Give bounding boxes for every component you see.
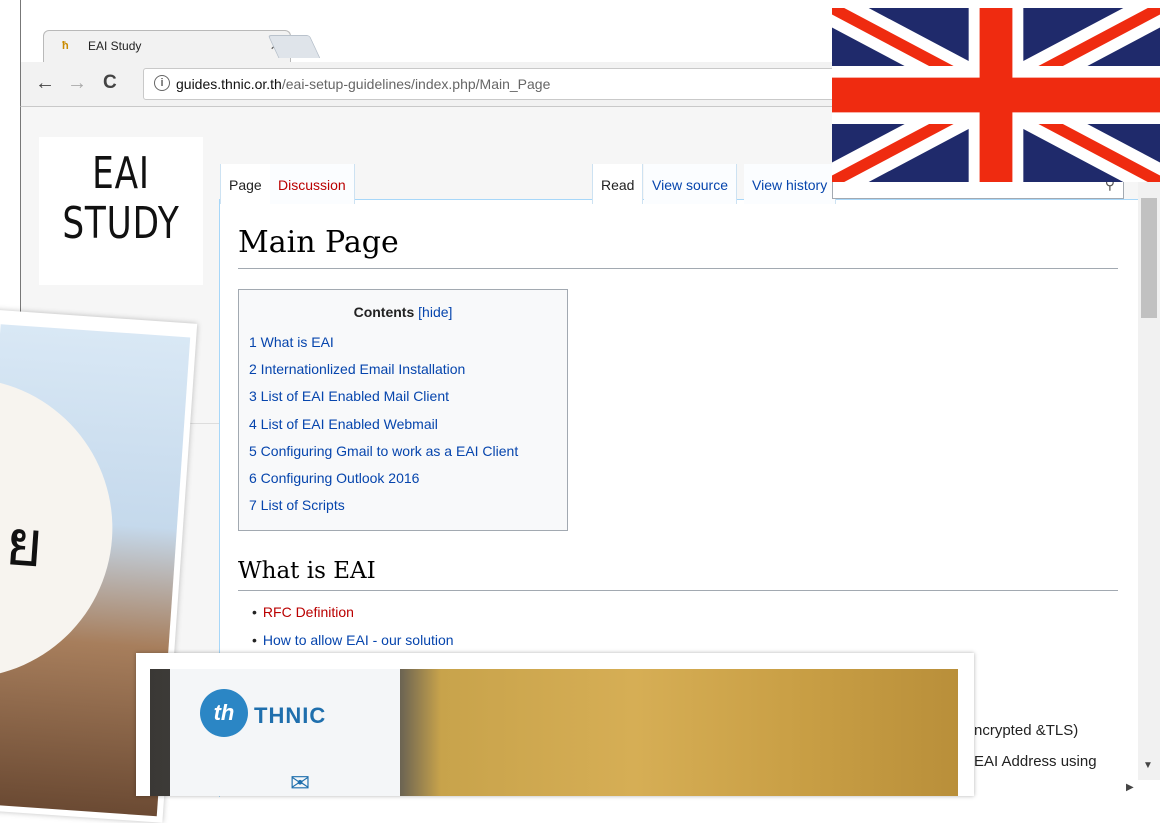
logo-line-2: STUDY — [62, 198, 180, 249]
forward-icon[interactable]: → — [67, 72, 87, 95]
section-divider — [238, 590, 1118, 591]
toc-item[interactable]: 7 List of Scripts — [249, 495, 518, 522]
url-host: guides.thnic.or.th — [176, 76, 282, 92]
our-solution-link[interactable]: How to allow EAI - our solution — [263, 632, 454, 648]
section-heading: What is EAI — [238, 558, 376, 584]
toc-item[interactable]: 1 What is EAI — [249, 332, 518, 359]
partial-text: ncrypted &TLS) — [974, 722, 1079, 739]
page-title: Main Page — [238, 225, 399, 260]
uk-flag-image — [832, 8, 1160, 182]
reload-icon[interactable]: C — [103, 72, 117, 94]
tab-discussion[interactable]: Discussion — [270, 164, 355, 204]
url-path: /eai-setup-guidelines/index.php/Main_Pag… — [281, 76, 551, 92]
tab-view-source[interactable]: View source — [644, 164, 738, 204]
scroll-right-icon[interactable]: ▶ — [1126, 782, 1134, 793]
toc-hide-link[interactable]: [hide] — [418, 304, 452, 320]
scrollbar-thumb[interactable] — [1141, 198, 1157, 318]
bullet-list: • RFC Definition • How to allow EAI - our … — [252, 602, 454, 658]
event-photo: th THNIC ✉ — [150, 669, 958, 796]
rfc-definition-link[interactable]: RFC Definition — [263, 604, 354, 620]
partial-text: EAI Address using — [974, 753, 1097, 770]
toc-item[interactable]: 3 List of EAI Enabled Mail Client — [249, 386, 518, 413]
title-divider — [238, 268, 1118, 269]
scroll-down-icon[interactable]: ▼ — [1143, 760, 1153, 771]
toc-title: Contents — [353, 304, 415, 320]
favicon-icon: ħ — [62, 40, 69, 52]
tab-page[interactable]: Page — [220, 164, 271, 204]
site-logo[interactable]: EAI STUDY — [39, 137, 203, 285]
table-of-contents: Contents [hide] 1 What is EAI 2 Internat… — [238, 289, 568, 531]
tab-view-history[interactable]: View history — [744, 164, 837, 204]
thnic-banner: th THNIC ✉ — [170, 669, 400, 796]
browser-tab[interactable]: ħ EAI Study × — [43, 30, 291, 63]
thnic-logo-text: THNIC — [254, 703, 327, 728]
toc-item[interactable]: 6 Configuring Outlook 2016 — [249, 468, 518, 495]
toc-item[interactable]: 5 Configuring Gmail to work as a EAI Cli… — [249, 441, 518, 468]
logo-line-1: EAI — [92, 148, 150, 199]
back-icon[interactable]: ← — [35, 72, 55, 95]
mail-icon: ✉ — [290, 770, 311, 796]
tab-read[interactable]: Read — [592, 164, 644, 204]
vertical-scrollbar[interactable] — [1138, 180, 1160, 780]
toc-item[interactable]: 2 Internationlized Email Installation — [249, 359, 518, 386]
address-bar[interactable]: i guides.thnic.or.th/eai-setup-guideline… — [143, 68, 865, 100]
info-icon[interactable]: i — [154, 75, 170, 91]
toc-item[interactable]: 4 List of EAI Enabled Webmail — [249, 414, 518, 441]
toc-heading: Contents [hide] — [239, 304, 567, 320]
url-text[interactable]: guides.thnic.or.th/eai-setup-guidelines/… — [176, 76, 550, 92]
list-item: • RFC Definition — [252, 604, 354, 620]
bottom-photo-overlay: th THNIC ✉ — [136, 653, 974, 796]
toc-list: 1 What is EAI 2 Internationlized Email I… — [249, 332, 518, 522]
tab-title: EAI Study — [88, 39, 142, 53]
thnic-logo-icon: th — [200, 689, 248, 737]
thai-glyph: ย — [2, 506, 46, 583]
